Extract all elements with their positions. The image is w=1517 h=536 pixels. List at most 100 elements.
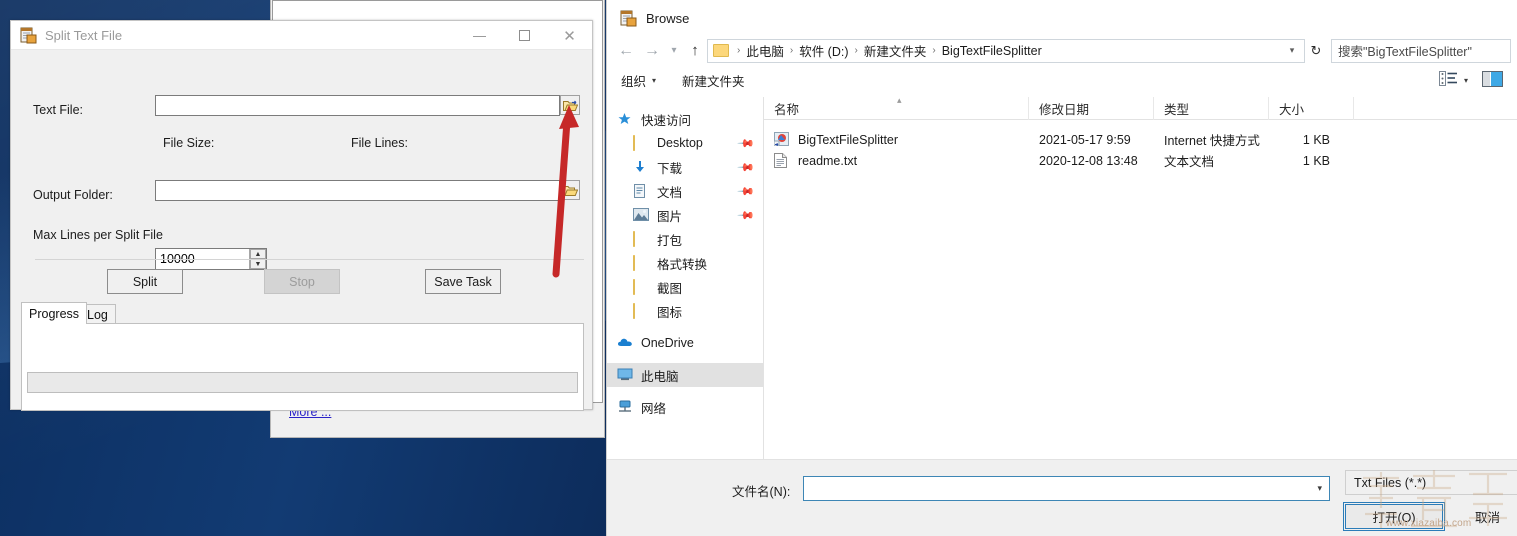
minimize-button[interactable]: —	[457, 21, 502, 50]
computer-icon	[617, 368, 634, 383]
file-name: readme.txt	[798, 153, 858, 168]
file-size-label: File Size:	[163, 136, 215, 150]
view-list-icon[interactable]	[1438, 71, 1458, 89]
pin-icon: 📌	[736, 134, 755, 153]
view-chevron-down-icon[interactable]: ▾	[1464, 76, 1468, 85]
search-input[interactable]: 搜索"BigTextFileSplitter"	[1331, 38, 1511, 63]
file-name: BigTextFileSplitter	[798, 132, 899, 147]
text-file-input[interactable]	[155, 95, 560, 116]
folder-icon	[633, 254, 650, 271]
nav-item-documents[interactable]: 文档 📌	[607, 179, 763, 203]
pin-icon: 📌	[736, 182, 755, 201]
progress-bar	[27, 372, 578, 393]
breadcrumb-item-3[interactable]: BigTextFileSplitter	[940, 44, 1044, 58]
text-file-label: Text File:	[33, 103, 84, 117]
split-button[interactable]: Split	[107, 269, 183, 294]
chevron-down-icon[interactable]: ▾	[665, 45, 683, 56]
breadcrumb-dropdown-icon[interactable]: ▾	[1282, 45, 1302, 56]
section-divider	[35, 259, 584, 260]
breadcrumb-separator-1: ›	[789, 45, 794, 56]
breadcrumb-item-0[interactable]: 此电脑	[744, 41, 786, 60]
file-type-filter[interactable]: Txt Files (*.*)	[1345, 470, 1517, 495]
browse-text-file-button[interactable]	[560, 95, 580, 115]
file-modified: 2020-12-08 13:48	[1039, 153, 1138, 168]
split-dialog-titlebar[interactable]: Split Text File — ✕	[11, 21, 592, 50]
preview-pane-icon[interactable]	[1482, 70, 1503, 90]
split-dialog-title: Split Text File	[45, 27, 123, 43]
split-window-controls: — ✕	[457, 21, 592, 50]
split-text-file-dialog: Split Text File — ✕ Text File: File Size…	[10, 20, 593, 411]
nav-item-label: Desktop	[657, 136, 703, 150]
chevron-down-icon: ▾	[652, 75, 657, 85]
folder-icon	[713, 44, 729, 57]
nav-item-label: 截图	[657, 281, 683, 296]
browse-file-dialog: Browse ← → ▾ ↑ › 此电脑 › 软件 (D:) › 新建文件夹 ›…	[606, 0, 1517, 536]
column-header-size[interactable]: 大小	[1269, 96, 1354, 120]
nav-item-label: 打包	[657, 233, 683, 248]
breadcrumb-item-2[interactable]: 新建文件夹	[862, 41, 929, 60]
close-button[interactable]: ✕	[547, 21, 592, 50]
breadcrumb-separator-2: ›	[854, 45, 858, 56]
nav-item-packaging[interactable]: 打包	[607, 227, 763, 251]
navigation-bar: ← → ▾ ↑ › 此电脑 › 软件 (D:) › 新建文件夹 › BigTex…	[607, 36, 1517, 65]
folder-icon	[562, 185, 578, 196]
nav-item-desktop[interactable]: Desktop 📌	[607, 131, 763, 155]
stepper-down-button[interactable]: ▼	[250, 259, 266, 269]
view-controls: ▾	[1438, 70, 1503, 90]
stepper-up-button[interactable]: ▲	[250, 249, 266, 259]
nav-item-network[interactable]: 网络	[607, 395, 763, 419]
folder-icon	[633, 230, 650, 247]
max-lines-label: Max Lines per Split File	[33, 228, 163, 242]
new-folder-button[interactable]: 新建文件夹	[682, 71, 745, 90]
refresh-icon[interactable]: ↻	[1305, 43, 1327, 59]
nav-item-screenshots[interactable]: 截图	[607, 275, 763, 299]
arrow-right-icon[interactable]: →	[639, 42, 665, 60]
download-icon	[633, 160, 650, 175]
nav-item-label: 图片	[657, 209, 683, 224]
tab-bar: Progress Log	[21, 302, 584, 325]
cloud-icon	[617, 336, 634, 351]
network-icon	[617, 400, 634, 415]
browse-titlebar[interactable]: Browse	[607, 0, 1517, 36]
internet-shortcut-icon	[773, 132, 791, 147]
organize-menu[interactable]: 组织 ▾	[621, 71, 656, 90]
tab-progress[interactable]: Progress	[21, 302, 88, 324]
documents-icon	[633, 183, 650, 199]
maximize-button[interactable]	[502, 21, 547, 50]
nav-item-quick-access[interactable]: 快速访问	[607, 107, 763, 131]
table-row[interactable]: BigTextFileSplitter 2021-05-17 9:59 Inte…	[764, 129, 1517, 150]
output-folder-input[interactable]	[155, 180, 560, 201]
file-lines-label: File Lines:	[351, 136, 408, 150]
file-size: 1 KB	[1302, 153, 1330, 168]
browse-output-folder-button[interactable]	[560, 180, 580, 200]
sort-ascending-icon: ▴	[897, 95, 902, 105]
column-header-type[interactable]: 类型	[1154, 96, 1269, 120]
arrow-up-icon[interactable]: ↑	[683, 42, 707, 59]
folder-icon	[633, 134, 650, 151]
text-file-icon	[774, 153, 791, 168]
chevron-down-icon[interactable]: ▾	[1317, 483, 1322, 494]
nav-item-label: OneDrive	[641, 336, 694, 350]
save-task-button[interactable]: Save Task	[425, 269, 501, 294]
table-row[interactable]: readme.txt 2020-12-08 13:48 文本文档 1 KB	[764, 150, 1517, 171]
nav-item-pictures[interactable]: 图片 📌	[607, 203, 763, 227]
nav-item-icons[interactable]: 图标	[607, 299, 763, 323]
pictures-icon	[633, 207, 650, 223]
nav-item-onedrive[interactable]: OneDrive	[607, 331, 763, 355]
watermark-url: www.xiazaiba.com	[1386, 518, 1472, 529]
nav-item-label: 快速访问	[641, 113, 692, 128]
command-bar: 组织 ▾ 新建文件夹 ▾	[607, 65, 1517, 95]
nav-item-downloads[interactable]: 下载 📌	[607, 155, 763, 179]
organize-label: 组织	[621, 74, 647, 89]
filename-input[interactable]: ▾	[803, 476, 1330, 501]
document-split-icon	[620, 10, 637, 27]
pin-icon: 📌	[736, 158, 755, 177]
breadcrumb-item-1[interactable]: 软件 (D:)	[797, 41, 850, 60]
nav-item-this-pc[interactable]: 此电脑	[607, 363, 763, 387]
nav-item-format-conversion[interactable]: 格式转换	[607, 251, 763, 275]
browse-footer: 文件名(N): ▾ Txt Files (*.*) 打开(O) 取消	[607, 459, 1517, 536]
breadcrumb[interactable]: › 此电脑 › 软件 (D:) › 新建文件夹 › BigTextFileSpl…	[707, 38, 1305, 63]
arrow-left-icon[interactable]: ←	[613, 42, 639, 60]
column-header-modified[interactable]: 修改日期	[1029, 96, 1154, 120]
progress-tab-panel	[21, 323, 584, 411]
